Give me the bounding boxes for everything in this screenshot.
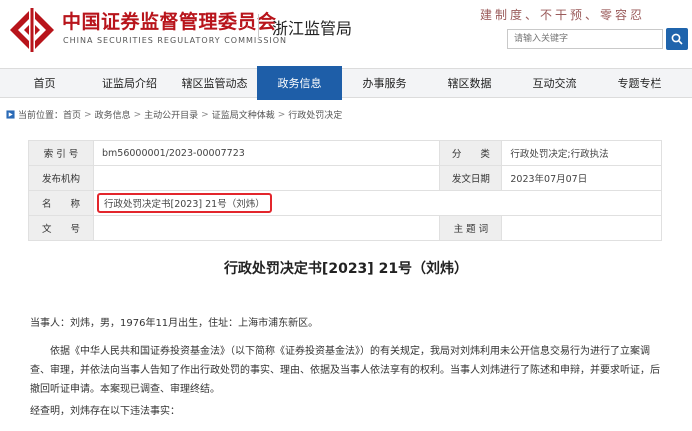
document-title: 行政处罚决定书[2023] 21号（刘炜） <box>223 261 469 277</box>
org-name-cn[interactable]: 中国证券监督管理委员会 <box>62 7 277 34</box>
breadcrumb-prefix: 当前位置： <box>18 111 64 121</box>
search-icon <box>671 33 683 45</box>
issuer-label: 发布机构 <box>28 165 94 191</box>
breadcrumb-gov-info[interactable]: 政务信息 <box>95 108 131 121</box>
nav-item-data[interactable]: 辖区数据 <box>427 69 512 97</box>
main-nav: 首页 证监局介绍 辖区监管动态 政务信息 办事服务 辖区数据 互动交流 专题专栏 <box>0 66 692 100</box>
slogan: 建制度、不干预、零容忍 <box>480 8 646 22</box>
nav-item-about[interactable]: 证监局介绍 <box>87 69 172 97</box>
breadcrumb-doc-types[interactable]: 证监局文种体裁 <box>212 108 275 121</box>
name-label: 名 称 <box>28 190 94 216</box>
table-row: 名 称 行政处罚决定书[2023] 21号（刘炜） <box>28 190 662 216</box>
docno-label: 文 号 <box>28 215 94 241</box>
site-header: 中国证券监督管理委员会 CHINA SECURITIES REGULATORY … <box>0 0 692 66</box>
category-value: 行政处罚决定;行政执法 <box>501 140 662 166</box>
keywords-value <box>501 215 662 241</box>
nav-item-services[interactable]: 办事服务 <box>342 69 427 97</box>
breadcrumb-separator: > <box>133 109 142 120</box>
facts-intro-paragraph: 经查明，刘炜存在以下违法事实： <box>30 406 180 417</box>
breadcrumb-separator: > <box>84 109 92 120</box>
breadcrumb: 当前位置： 首页 > 政务信息 > 主动公开目录 > 证监局文种体裁 > 行政处… <box>6 108 342 121</box>
nav-item-regulatory-news[interactable]: 辖区监管动态 <box>172 69 257 97</box>
nav-item-home[interactable]: 首页 <box>2 69 87 97</box>
bureau-name[interactable]: 浙江监管局 <box>272 15 352 39</box>
breadcrumb-home[interactable]: 首页 <box>63 108 81 121</box>
name-value: 行政处罚决定书[2023] 21号（刘炜） <box>97 193 272 213</box>
party-paragraph: 当事人：刘炜，男，1976年11月出生，住址：上海市浦东新区。 <box>30 318 319 329</box>
keywords-label: 主 题 词 <box>439 215 503 241</box>
table-row: 文 号 主 题 词 <box>28 215 662 241</box>
table-row: 发布机构 发文日期 2023年07月07日 <box>28 165 662 191</box>
issuer-value <box>92 165 441 191</box>
org-name-en: CHINA SECURITIES REGULATORY COMMISSION <box>63 36 288 45</box>
nav-item-topics[interactable]: 专题专栏 <box>597 69 682 97</box>
table-row: 索 引 号 bm56000001/2023-00007723 分 类 行政处罚决… <box>28 140 662 166</box>
category-label: 分 类 <box>439 140 503 166</box>
document-info-table: 索 引 号 bm56000001/2023-00007723 分 类 行政处罚决… <box>28 140 662 241</box>
index-label: 索 引 号 <box>28 140 94 166</box>
index-value: bm56000001/2023-00007723 <box>92 140 441 166</box>
basis-paragraph: 依据《中华人民共和国证券投资基金法》（以下简称《证券投资基金法》）的有关规定，我… <box>30 346 660 395</box>
nav-item-government-info[interactable]: 政务信息 <box>257 66 342 100</box>
breadcrumb-separator: > <box>277 109 286 120</box>
breadcrumb-disclosure[interactable]: 主动公开目录 <box>144 108 198 121</box>
breadcrumb-penalty[interactable]: 行政处罚决定 <box>288 108 342 121</box>
date-label: 发文日期 <box>439 165 503 191</box>
docno-value <box>92 215 441 241</box>
location-icon <box>6 110 15 119</box>
nav-item-interaction[interactable]: 互动交流 <box>512 69 597 97</box>
search-button[interactable] <box>666 28 688 50</box>
header-divider <box>258 14 259 40</box>
breadcrumb-separator: > <box>201 109 209 120</box>
search-input[interactable] <box>507 29 663 49</box>
date-value: 2023年07月07日 <box>501 165 662 191</box>
name-value-cell: 行政处罚决定书[2023] 21号（刘炜） <box>93 190 662 216</box>
csrc-logo-icon[interactable] <box>8 6 56 54</box>
